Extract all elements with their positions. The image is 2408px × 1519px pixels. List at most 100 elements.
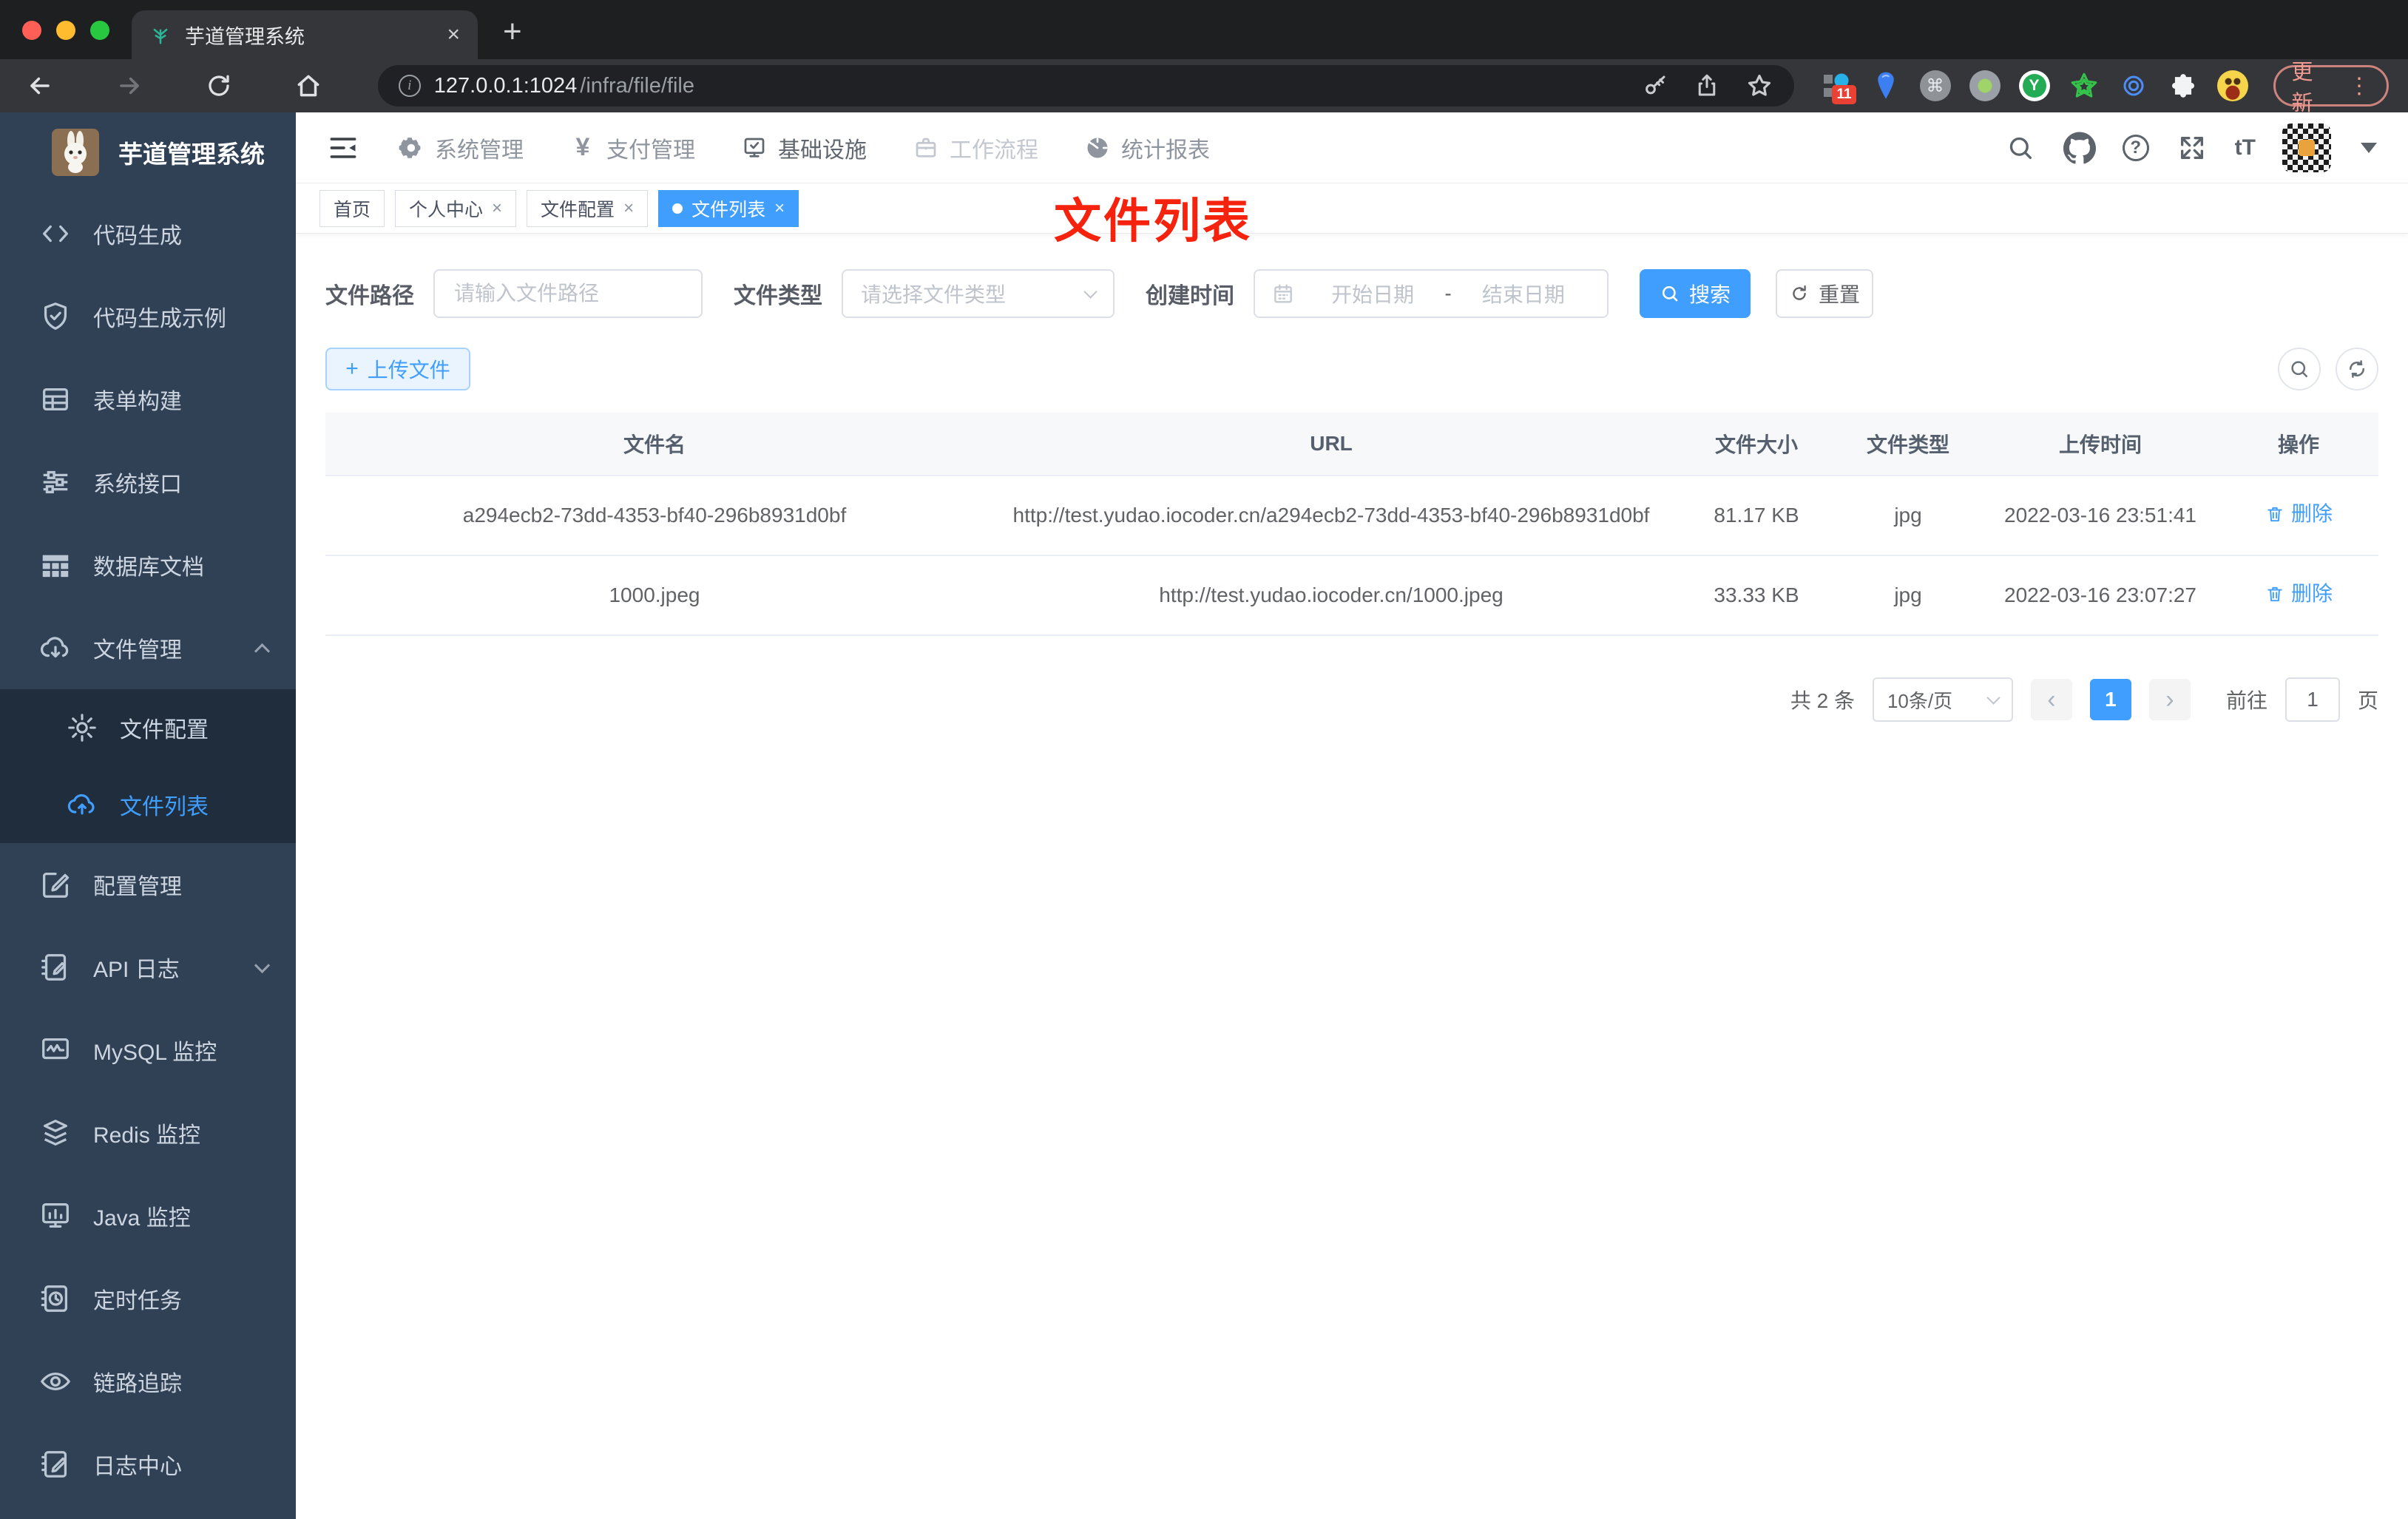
- sidebar-item-trace[interactable]: 链路追踪: [0, 1340, 296, 1423]
- tag-file-config[interactable]: 文件配置 ×: [527, 189, 649, 227]
- date-range-picker[interactable]: 开始日期 - 结束日期: [1254, 269, 1609, 318]
- window-minimize-button[interactable]: [56, 21, 75, 40]
- sidebar-item-db-doc[interactable]: 数据库文档: [0, 524, 296, 606]
- sliders-icon: [38, 465, 72, 499]
- eye-icon: [38, 1364, 72, 1398]
- sidebar-item-api-log[interactable]: API 日志: [0, 926, 296, 1009]
- table-tools: [2278, 348, 2378, 390]
- browser-tab[interactable]: 芋道管理系统 ×: [132, 10, 478, 59]
- search-icon[interactable]: [2004, 132, 2037, 164]
- table-toolbar: + 上传文件: [325, 348, 2378, 390]
- sidebar-item-system-api[interactable]: 系统接口: [0, 441, 296, 524]
- extension-star-icon[interactable]: [2069, 70, 2100, 101]
- avatar[interactable]: [2282, 123, 2331, 172]
- site-info-icon[interactable]: i: [398, 75, 421, 97]
- app-logo[interactable]: 芋道管理系统: [0, 112, 296, 192]
- extension-dot-icon[interactable]: [1969, 70, 2001, 101]
- upload-file-button[interactable]: + 上传文件: [325, 348, 470, 390]
- sidebar-item-label: Java 监控: [93, 1206, 191, 1231]
- sidebar-item-label: 日志中心: [93, 1455, 182, 1479]
- refresh-table-button[interactable]: [2336, 348, 2378, 390]
- nav-pay-manage[interactable]: ¥ 支付管理: [569, 132, 695, 164]
- file-type-select[interactable]: 请选择文件类型: [842, 269, 1115, 318]
- sidebar-item-code-gen-example[interactable]: 代码生成示例: [0, 275, 296, 358]
- tag-profile[interactable]: 个人中心 ×: [395, 189, 517, 227]
- nav-workflow[interactable]: 工作流程: [913, 132, 1038, 164]
- sidebar-item-redis-monitor[interactable]: Redis 监控: [0, 1092, 296, 1174]
- sidebar-collapse-icon[interactable]: [327, 132, 359, 164]
- doc-pencil-icon: [38, 1447, 72, 1481]
- tag-close-icon[interactable]: ×: [774, 198, 785, 219]
- next-page-button[interactable]: ›: [2148, 679, 2191, 720]
- search-button[interactable]: 搜索: [1640, 269, 1751, 318]
- page-size-select[interactable]: 10条/页: [1872, 677, 2013, 722]
- window-close-button[interactable]: [22, 21, 41, 40]
- extension-balloon-icon[interactable]: [1870, 70, 1901, 101]
- browser-menu-icon[interactable]: ⋮: [2348, 73, 2370, 99]
- fullscreen-icon[interactable]: [2176, 132, 2208, 164]
- extension-eye-icon[interactable]: [2118, 70, 2149, 101]
- delete-button[interactable]: 删除: [2265, 577, 2333, 611]
- extension-tabs-icon[interactable]: 11: [1821, 70, 1856, 104]
- goto-page-input[interactable]: [2284, 677, 2340, 722]
- bookmark-star-icon[interactable]: [1745, 72, 1773, 100]
- file-path-input[interactable]: [433, 269, 703, 318]
- forward-icon[interactable]: [109, 65, 149, 106]
- prev-page-button[interactable]: ‹: [2030, 679, 2072, 720]
- sidebar-item-java-monitor[interactable]: Java 监控: [0, 1174, 296, 1257]
- sidebar-item-file-config[interactable]: 文件配置: [0, 689, 296, 766]
- tag-bar: 首页 个人中心 × 文件配置 × 文件列表 ×: [296, 183, 2408, 234]
- sidebar-item-file-list[interactable]: 文件列表: [0, 766, 296, 843]
- nav-infrastructure[interactable]: 基础设施: [741, 132, 867, 164]
- logo-bunny-image: [52, 129, 99, 176]
- extension-emoji-icon[interactable]: [2216, 70, 2248, 101]
- window-zoom-button[interactable]: [90, 21, 109, 40]
- sidebar-item-file-manage[interactable]: 文件管理: [0, 606, 296, 689]
- address-bar[interactable]: i 127.0.0.1:1024 /infra/file/file: [377, 65, 1794, 106]
- search-toggle-button[interactable]: [2278, 348, 2321, 390]
- reload-icon[interactable]: [198, 65, 239, 106]
- share-icon[interactable]: [1694, 72, 1720, 99]
- sidebar-item-config-manage[interactable]: 配置管理: [0, 843, 296, 926]
- tag-home[interactable]: 首页: [319, 189, 385, 227]
- tag-label: 首页: [334, 199, 371, 220]
- start-date-placeholder: 开始日期: [1331, 283, 1415, 306]
- pagination: 共 2 条 10条/页 ‹ 1 › 前往 页: [325, 677, 2378, 722]
- github-icon[interactable]: [2063, 132, 2096, 164]
- nav-system-manage[interactable]: 系统管理: [398, 132, 524, 164]
- delete-label: 删除: [2290, 502, 2333, 525]
- sidebar-item-form-builder[interactable]: 表单构建: [0, 358, 296, 441]
- sidebar-item-mysql-monitor[interactable]: MySQL 监控: [0, 1009, 296, 1092]
- delete-button[interactable]: 删除: [2265, 497, 2333, 531]
- font-size-icon[interactable]: tT: [2235, 135, 2256, 160]
- cell-url: http://test.yudao.iocoder.cn/a294ecb2-73…: [984, 476, 1679, 556]
- current-page-button[interactable]: 1: [2089, 679, 2131, 720]
- avatar-caret-icon[interactable]: [2361, 142, 2377, 153]
- briefcase-icon: [913, 135, 939, 161]
- tag-file-list[interactable]: 文件列表 ×: [658, 189, 799, 227]
- tag-close-icon[interactable]: ×: [492, 198, 502, 219]
- browser-update-button[interactable]: 更新 ⋮: [2273, 61, 2389, 115]
- back-icon[interactable]: [19, 65, 60, 106]
- help-icon[interactable]: ?: [2122, 134, 2149, 161]
- goto-label: 前往: [2225, 689, 2267, 712]
- file-path-label: 文件路径: [325, 284, 414, 308]
- sidebar-item-cron-job[interactable]: 定时任务: [0, 1257, 296, 1340]
- nav-report[interactable]: 统计报表: [1084, 132, 1210, 164]
- tab-close-icon[interactable]: ×: [447, 22, 460, 47]
- sidebar-item-code-gen[interactable]: 代码生成: [0, 192, 296, 275]
- active-dot: [672, 203, 683, 214]
- new-tab-button[interactable]: +: [503, 13, 522, 50]
- calendar-icon: [1271, 282, 1295, 305]
- col-actions: 操作: [2219, 413, 2378, 476]
- sidebar-item-label: 文件配置: [120, 718, 209, 742]
- reset-button[interactable]: 重置: [1776, 269, 1873, 318]
- home-icon[interactable]: [288, 65, 329, 106]
- sidebar: 芋道管理系统 代码生成 代码生成示例 表单构建 系统接口 数据库文档 文件管理 …: [0, 112, 296, 1519]
- password-key-icon[interactable]: [1642, 72, 1668, 99]
- extension-command-icon[interactable]: ⌘: [1919, 70, 1951, 101]
- extension-y-icon[interactable]: Y: [2018, 70, 2050, 101]
- extension-puzzle-icon[interactable]: [2168, 70, 2199, 101]
- tag-close-icon[interactable]: ×: [623, 198, 634, 219]
- sidebar-item-log-center[interactable]: 日志中心: [0, 1423, 296, 1506]
